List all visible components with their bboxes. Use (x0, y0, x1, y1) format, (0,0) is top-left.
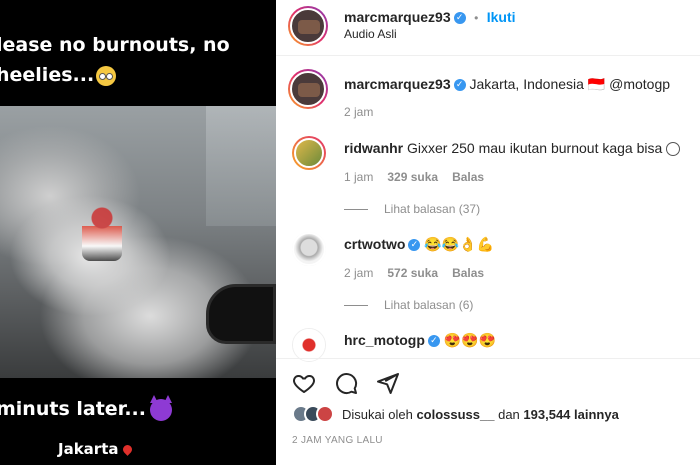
comment-text: Gixxer 250 mau ikutan burnout kaga bisa (407, 140, 663, 156)
likes-summary[interactable]: Disukai oleh colossuss__ dan 193,544 lai… (342, 407, 619, 422)
location-pin-icon (120, 443, 134, 456)
like-heart-icon[interactable] (292, 371, 316, 395)
comment-time[interactable]: 1 jam (344, 170, 373, 184)
view-replies[interactable]: Lihat balasan (37) (344, 202, 480, 216)
header-username[interactable]: marcmarquez93 (344, 9, 451, 25)
view-replies[interactable]: Lihat balasan (6) (344, 298, 473, 312)
comment-likes[interactable]: 572 suka (387, 266, 438, 280)
burnout-photo (0, 106, 276, 378)
laugh-emoji-icon (666, 142, 681, 157)
post-header: marcmarquez93 ✓ • Ikuti Audio Asli (276, 0, 700, 56)
comment-crtwotwo: crtwotwo ✓ 😂😂👌💪 (344, 236, 494, 253)
comment-text: 😍😍😍 (443, 332, 497, 348)
author-avatar[interactable] (288, 6, 328, 46)
view-replies-text[interactable]: Lihat balasan (37) (384, 202, 480, 216)
likes-mid: dan (494, 407, 524, 422)
caption-line-2-text: heelies... (0, 64, 95, 86)
view-replies-text[interactable]: Lihat balasan (6) (384, 298, 473, 312)
verified-badge-icon: ✓ (453, 11, 466, 24)
caption-text: Jakarta, Indonesia 🇮🇩 @motogp (469, 76, 671, 92)
liked-avatar (316, 405, 334, 423)
background-building (206, 106, 276, 226)
likes-user[interactable]: colossuss__ (416, 407, 494, 422)
caption-line: marcmarquez93 ✓ Jakarta, Indonesia 🇮🇩 @mo… (344, 76, 670, 93)
comment-likes[interactable]: 329 suka (387, 170, 438, 184)
comment-ridwanhr: ridwanhr Gixxer 250 mau ikutan burnout k… (344, 140, 682, 157)
comment-avatar-crtwotwo[interactable] (292, 232, 326, 266)
verified-badge-icon: ✓ (427, 335, 440, 348)
verified-badge-icon: ✓ (408, 239, 421, 252)
comment-avatar-ridwanhr[interactable] (292, 136, 326, 170)
share-paper-plane-icon[interactable] (376, 371, 400, 395)
comment-hrc-motogp: hrc_motogp ✓ 😍😍😍 (344, 332, 496, 349)
post-panel: marcmarquez93 ✓ • Ikuti Audio Asli marcma… (276, 0, 700, 465)
rider-figure (82, 206, 122, 261)
story-location-text: Jakarta (58, 440, 119, 458)
comment-avatar-hrc-motogp[interactable] (292, 328, 326, 362)
caption-author-avatar[interactable] (288, 69, 328, 109)
devil-emoji-icon (150, 394, 172, 421)
verified-badge-icon: ✓ (453, 79, 466, 92)
story-caption-top: lease no burnouts, no heelies... (0, 30, 230, 90)
reply-button[interactable]: Balas (452, 266, 484, 280)
likes-prefix: Disukai oleh (342, 407, 417, 422)
comment-username[interactable]: ridwanhr (344, 140, 403, 156)
comment-meta: 1 jam 329 suka Balas (344, 170, 484, 184)
comment-time[interactable]: 2 jam (344, 266, 373, 280)
liked-by-avatars[interactable] (292, 405, 334, 423)
story-location: Jakarta (58, 440, 134, 458)
comment-meta: 2 jam 572 suka Balas (344, 266, 484, 280)
post-actions: Disukai oleh colossuss__ dan 193,544 lai… (276, 358, 700, 465)
post-timestamp[interactable]: 2 JAM YANG LALU (292, 435, 383, 446)
caption-username[interactable]: marcmarquez93 (344, 76, 451, 92)
reply-button[interactable]: Balas (452, 170, 484, 184)
likes-count[interactable]: 193,544 (523, 407, 570, 422)
comment-bubble-icon[interactable] (334, 371, 358, 395)
replies-divider (344, 304, 368, 306)
caption-time[interactable]: 2 jam (344, 105, 373, 119)
replies-divider (344, 208, 368, 210)
eye-roll-emoji-icon (96, 65, 117, 86)
follow-button[interactable]: Ikuti (487, 9, 516, 25)
caption-line-1: lease no burnouts, no (0, 34, 230, 56)
header-separator: • (474, 11, 479, 25)
story-caption-bottom: minuts later... (0, 394, 172, 421)
comment-username[interactable]: crtwotwo (344, 236, 405, 252)
post-media[interactable]: lease no burnouts, no heelies... minuts … (0, 0, 276, 465)
comment-text: 😂😂👌💪 (424, 236, 495, 252)
likes-suffix: lainnya (570, 407, 619, 422)
comment-username[interactable]: hrc_motogp (344, 332, 425, 348)
car-mirror (206, 284, 276, 344)
header-title-line: marcmarquez93 ✓ • Ikuti (344, 9, 516, 27)
audio-link[interactable]: Audio Asli (344, 27, 397, 41)
caption-line-2: heelies... (0, 60, 230, 90)
caption-bottom-text: minuts later... (0, 398, 146, 420)
